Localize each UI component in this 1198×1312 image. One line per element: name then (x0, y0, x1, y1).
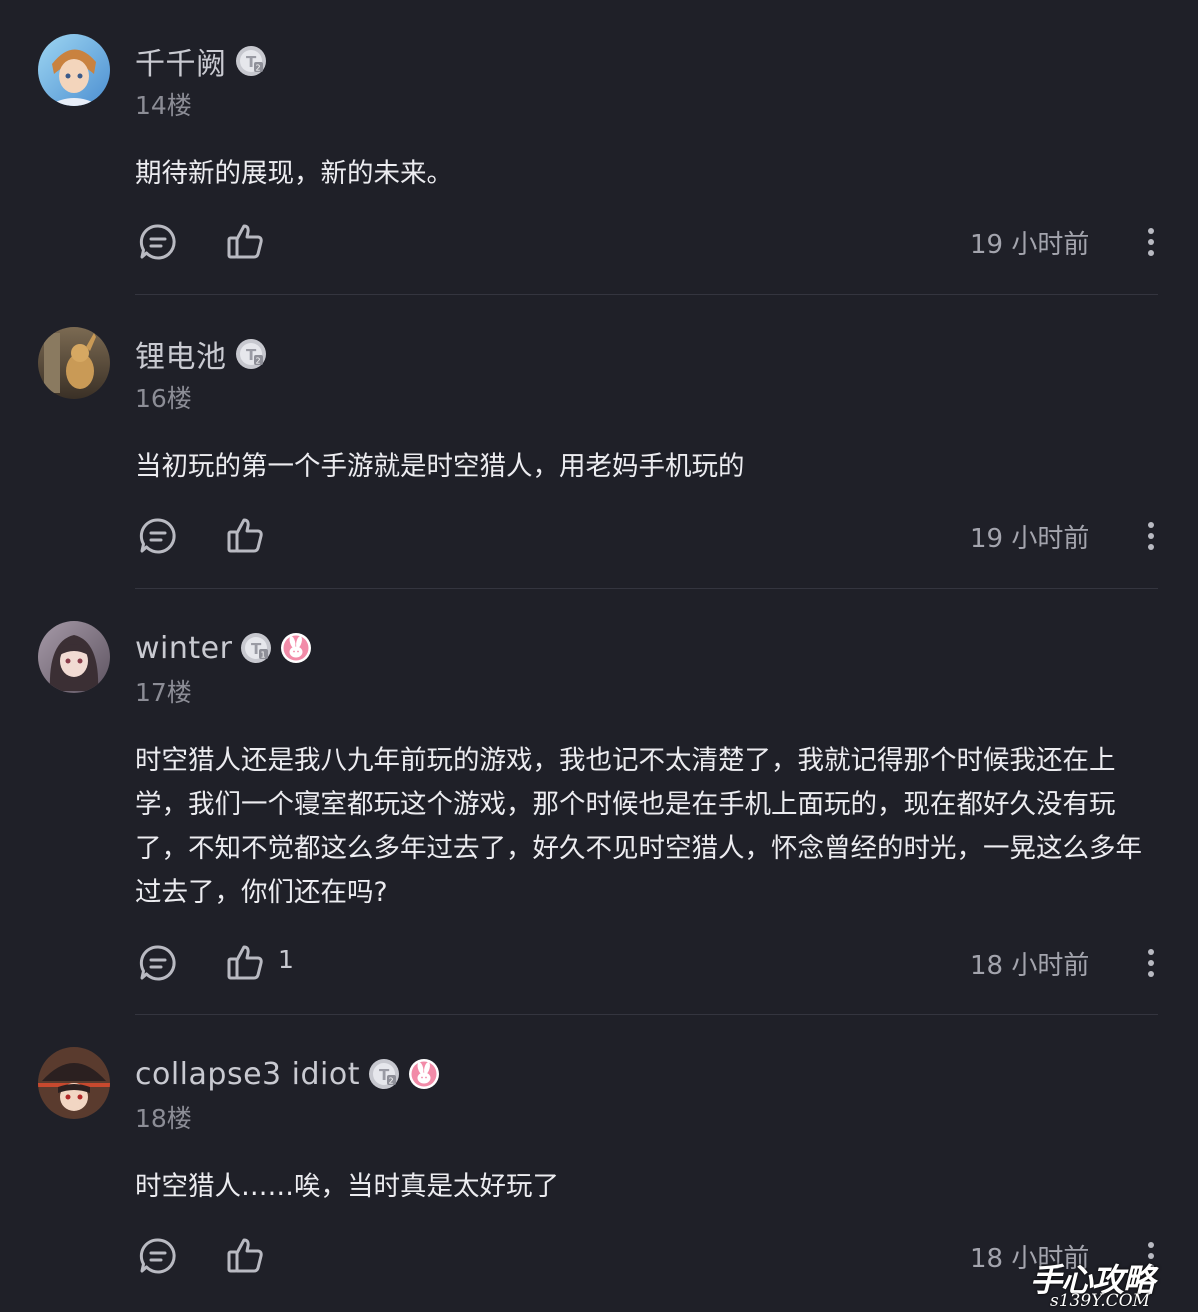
divider (135, 1014, 1158, 1015)
comment-actions: 19 小时前 (0, 506, 1198, 566)
watermark-logo: 手心攻略 s139Y.COM (1030, 1255, 1198, 1312)
floor-number: 14楼 (135, 91, 192, 120)
username[interactable]: 锂电池 (135, 332, 227, 376)
like-count: 1 (278, 945, 294, 974)
more-options-button[interactable] (1136, 514, 1166, 558)
reply-button[interactable] (136, 941, 180, 985)
username[interactable]: winter (135, 631, 232, 666)
svg-text:2: 2 (255, 357, 260, 366)
level-badge-icon: T2 (235, 338, 267, 370)
name-row: 千千阙 T2 (135, 36, 267, 86)
more-vertical-icon (1148, 949, 1154, 977)
more-vertical-icon (1148, 228, 1154, 256)
comment-actions: 19 小时前 (0, 212, 1198, 272)
comment-bubble-icon (139, 518, 176, 554)
name-row: collapse3 idiot T2 (135, 1049, 440, 1099)
level-badge-icon: T2 (368, 1058, 400, 1090)
timestamp: 19 小时前 (970, 524, 1090, 554)
comment-bubble-icon (139, 224, 176, 260)
comment-feed: 千千阙 T2 14楼 期待新的展现，新的未来。 19 小时前 锂电池 T 2 1… (0, 0, 1198, 1312)
level-badge-icon: T2 (235, 45, 267, 77)
name-row: winter T1 (135, 623, 312, 673)
bunny-badge-icon (280, 632, 312, 664)
svg-text:2: 2 (389, 1077, 394, 1086)
thumbs-up-icon (227, 1238, 263, 1273)
floor-number: 16楼 (135, 384, 192, 413)
timestamp: 19 小时前 (970, 230, 1090, 260)
username[interactable]: 千千阙 (135, 39, 227, 83)
thumbs-up-icon (227, 224, 263, 259)
comment-item: collapse3 idiot T2 18楼 时空猎人……唉，当时真是太好玩了 … (0, 1047, 1198, 1312)
comment-text: 时空猎人还是我八九年前玩的游戏，我也记不太清楚了，我就记得那个时候我还在上学，我… (135, 745, 1142, 908)
username[interactable]: collapse3 idiot (135, 1057, 360, 1092)
comment-item: 千千阙 T2 14楼 期待新的展现，新的未来。 19 小时前 (0, 34, 1198, 296)
like-button[interactable] (223, 514, 267, 558)
thumbs-up-icon (227, 945, 263, 980)
reply-button[interactable] (136, 220, 180, 264)
timestamp: 18 小时前 (970, 951, 1090, 981)
avatar[interactable] (38, 1047, 110, 1119)
comment-bubble-icon (139, 1238, 176, 1274)
more-vertical-icon (1148, 522, 1154, 550)
comment-text: 时空猎人……唉，当时真是太好玩了 (135, 1171, 559, 1202)
like-button[interactable] (223, 1234, 267, 1278)
like-button[interactable] (223, 941, 267, 985)
comment-actions: 18 小时前 (0, 1226, 1198, 1286)
comment-actions: 1 18 小时前 (0, 933, 1198, 993)
reply-button[interactable] (136, 1234, 180, 1278)
watermark-url: s139Y.COM (1050, 1291, 1150, 1311)
avatar[interactable] (38, 621, 110, 693)
thumbs-up-icon (227, 518, 263, 553)
comment-text: 期待新的展现，新的未来。 (135, 158, 453, 189)
comment-item: 锂电池 T2 16楼 当初玩的第一个手游就是时空猎人，用老妈手机玩的 19 小时… (0, 327, 1198, 589)
comment-item: winter T1 17楼 时空猎人还是我八九年前玩的游戏，我也记不太清楚了，我… (0, 621, 1198, 1015)
level-badge-icon: T1 (240, 632, 272, 664)
comment-text: 当初玩的第一个手游就是时空猎人，用老妈手机玩的 (135, 451, 745, 482)
svg-text:1: 1 (261, 651, 266, 660)
avatar[interactable] (38, 34, 110, 106)
bunny-badge-icon (408, 1058, 440, 1090)
more-options-button[interactable] (1136, 220, 1166, 264)
avatar[interactable] (38, 327, 110, 399)
divider (135, 294, 1158, 295)
floor-number: 18楼 (135, 1104, 192, 1133)
divider (135, 588, 1158, 589)
comment-bubble-icon (139, 945, 176, 981)
name-row: 锂电池 T2 (135, 329, 267, 379)
more-options-button[interactable] (1136, 941, 1166, 985)
floor-number: 17楼 (135, 678, 192, 707)
svg-text:2: 2 (255, 64, 260, 73)
like-button[interactable] (223, 220, 267, 264)
reply-button[interactable] (136, 514, 180, 558)
